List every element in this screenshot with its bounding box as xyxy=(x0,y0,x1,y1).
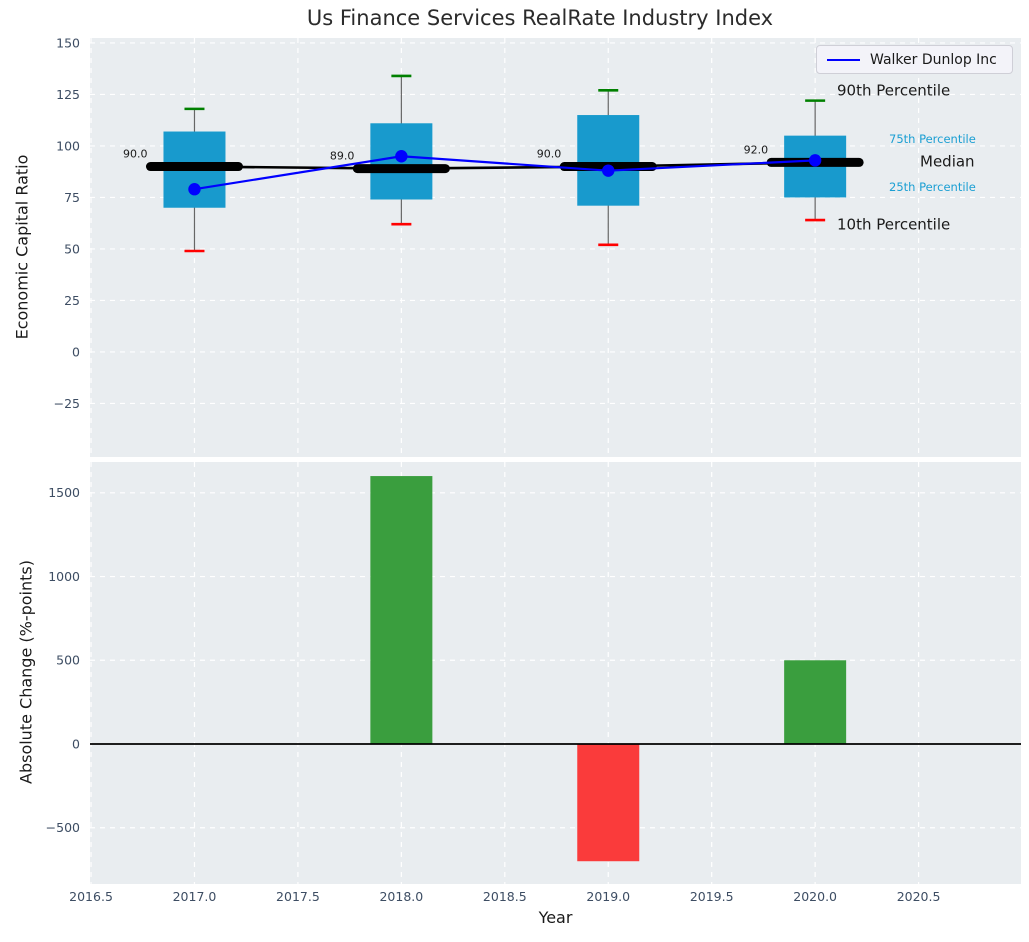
ytick-bottom-0: 0 xyxy=(72,736,80,751)
median-value-label-2019: 90.0 xyxy=(537,148,562,161)
ytick-bottom-1000: 1000 xyxy=(48,569,80,584)
xtick-2018.0: 2018.0 xyxy=(379,889,423,904)
annotation-90th-percentile: 90th Percentile xyxy=(837,81,950,99)
legend-line-swatch xyxy=(827,59,860,61)
company-marker-2017 xyxy=(188,183,200,195)
xtick-2020.0: 2020.0 xyxy=(793,889,837,904)
xtick-2019.5: 2019.5 xyxy=(690,889,734,904)
chart-canvas: 90.0 89.0 90.0 92.0 90th Percentile 75th Perc… xyxy=(0,0,1029,942)
legend: Walker Dunlop Inc xyxy=(816,45,1013,74)
ytick-top-0: 0 xyxy=(72,344,80,359)
xtick-2020.5: 2020.5 xyxy=(897,889,941,904)
company-marker-2019 xyxy=(602,164,614,176)
company-marker-2020 xyxy=(809,154,821,166)
ytick-bottom--500: −500 xyxy=(46,820,80,835)
bottom-axes-background xyxy=(90,462,1021,884)
top-axes-background xyxy=(90,38,1021,457)
ytick-top-150: 150 xyxy=(56,35,80,50)
median-value-label-2020: 92.0 xyxy=(744,143,769,156)
xtick-2017.5: 2017.5 xyxy=(276,889,320,904)
ytick-top-125: 125 xyxy=(56,87,80,102)
change-bar-2020 xyxy=(784,660,846,744)
xtick-2017.0: 2017.0 xyxy=(173,889,217,904)
ytick-top-75: 75 xyxy=(64,190,80,205)
median-value-label-2017: 90.0 xyxy=(123,148,148,161)
annotation-75th-percentile: 75th Percentile xyxy=(889,132,976,146)
y-axis-label-top: Economic Capital Ratio xyxy=(13,155,32,340)
annotation-10th-percentile: 10th Percentile xyxy=(837,215,950,233)
y-axis-label-bottom: Absolute Change (%-points) xyxy=(17,560,36,784)
chart-title: Us Finance Services RealRate Industry In… xyxy=(50,6,1029,30)
figure: 90.0 89.0 90.0 92.0 90th Percentile 75th Perc… xyxy=(0,0,1029,942)
xtick-2016.5: 2016.5 xyxy=(69,889,113,904)
change-bar-2019 xyxy=(577,744,639,861)
ytick-bottom-1500: 1500 xyxy=(48,485,80,500)
annotation-25th-percentile: 25th Percentile xyxy=(889,180,976,194)
change-bar-2018 xyxy=(370,476,432,744)
company-marker-2018 xyxy=(395,150,407,162)
legend-entry-label: Walker Dunlop Inc xyxy=(870,52,997,68)
iqr-box-2019 xyxy=(577,115,639,206)
x-axis-label: Year xyxy=(90,908,1021,927)
xtick-2018.5: 2018.5 xyxy=(483,889,527,904)
ytick-top-50: 50 xyxy=(64,241,80,256)
median-value-label-2018: 89.0 xyxy=(330,150,355,163)
ytick-top--25: −25 xyxy=(54,396,80,411)
ytick-bottom-500: 500 xyxy=(56,653,80,668)
ytick-top-100: 100 xyxy=(56,138,80,153)
ytick-top-25: 25 xyxy=(64,293,80,308)
annotation-median: Median xyxy=(920,152,975,170)
xtick-2019.0: 2019.0 xyxy=(586,889,630,904)
